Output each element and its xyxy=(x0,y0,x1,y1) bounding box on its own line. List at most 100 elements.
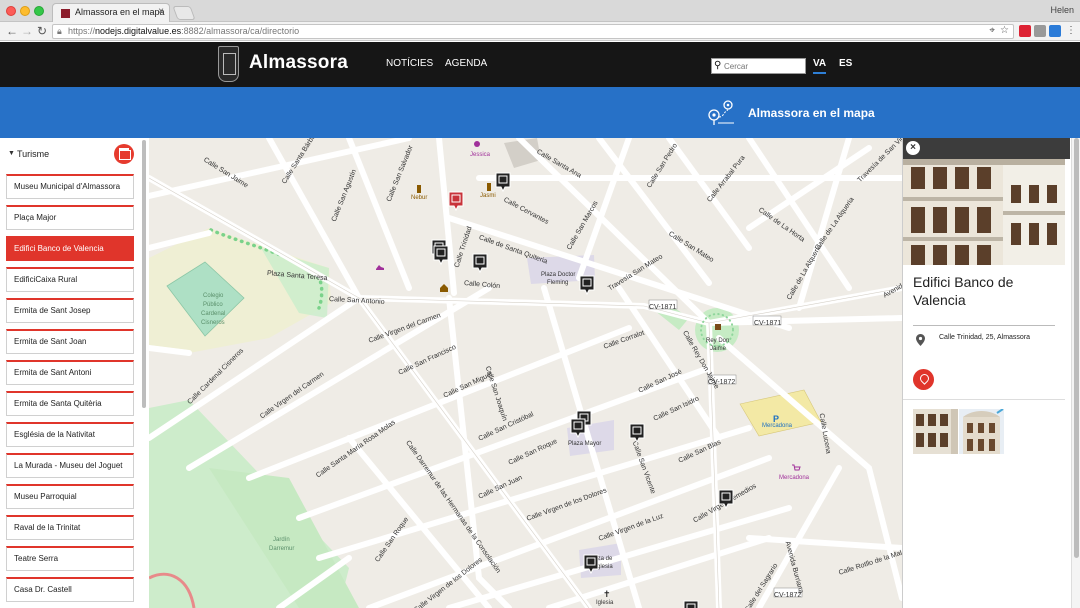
place-label: Mercadona xyxy=(762,423,793,429)
shopping-cart-icon xyxy=(792,464,801,471)
detail-panel: × Edifici Banco de Valencia Calle Trinid… xyxy=(902,138,1070,608)
sidebar-item[interactable]: Ermita de Santa Quitèria xyxy=(6,391,134,416)
caret-down-icon: ▼ xyxy=(8,150,15,157)
forward-arrow-icon[interactable]: → xyxy=(21,24,33,38)
building-photo[interactable] xyxy=(903,159,1065,265)
place-label: Público xyxy=(203,302,223,308)
map-pin[interactable] xyxy=(570,418,586,438)
nav-noticies[interactable]: NOTÍCIES xyxy=(386,58,433,69)
nav-agenda[interactable]: AGENDA xyxy=(445,58,487,69)
place-label: Mercadona xyxy=(779,475,810,481)
map-pin[interactable] xyxy=(433,245,449,265)
map-pin[interactable] xyxy=(583,554,599,574)
place-label: Jardín xyxy=(273,537,290,543)
lang-es[interactable]: ES xyxy=(839,58,852,69)
map-pin[interactable] xyxy=(683,600,699,608)
place-label: Fleming xyxy=(547,280,569,286)
sidebar-item[interactable]: Església de la Nativitat xyxy=(6,422,134,447)
map-pin-active[interactable] xyxy=(448,191,464,211)
bar-icon xyxy=(487,183,491,191)
page-scrollbar[interactable] xyxy=(1071,138,1080,608)
map-pin[interactable] xyxy=(472,253,488,273)
museum-category-icon[interactable] xyxy=(114,144,134,164)
menu-kebab-icon[interactable]: ⋮ xyxy=(1066,24,1076,38)
sidebar-item[interactable]: Plaça Major xyxy=(6,205,134,230)
sidebar-item[interactable]: Ermita de Sant Antoni xyxy=(6,360,134,385)
address-bar[interactable]: 🔒︎ https://nodejs.digitalvalue.es:8882/a… xyxy=(52,24,1014,39)
sidebar-item[interactable]: Edifici Banco de Valencia xyxy=(6,236,134,261)
bookmark-star-icon[interactable]: ☆ xyxy=(1000,25,1009,36)
location-target-icon[interactable]: ⌖ xyxy=(989,25,995,36)
sidebar-item[interactable]: Ermita de Sant Joan xyxy=(6,329,134,354)
favicon-icon xyxy=(61,9,70,18)
minimize-window-button[interactable] xyxy=(20,6,30,16)
street-label: CV-1871 xyxy=(649,304,677,311)
category-label: Turisme xyxy=(17,149,50,159)
search-box: ⚲ xyxy=(711,58,806,74)
place-label: Jasmi xyxy=(480,193,496,199)
url-text: https://nodejs.digitalvalue.es:8882/alma… xyxy=(68,26,300,36)
sidebar-item[interactable]: Raval de la Trinitat xyxy=(6,515,134,540)
place-label: Cardenal xyxy=(201,311,226,317)
map-view[interactable]: P ✝ Calle San Jaime Calle Santa Bárbara Ca… xyxy=(149,138,902,608)
location-icon xyxy=(916,334,925,349)
zoom-window-button[interactable] xyxy=(34,6,44,16)
sidebar-item[interactable]: La Murada - Museu del Joguet xyxy=(6,453,134,478)
detail-topbar: × xyxy=(903,138,1070,159)
browser-toolbar: ← → ↻ 🔒︎ https://nodejs.digitalvalue.es:… xyxy=(0,22,1080,41)
lock-icon: 🔒︎ xyxy=(57,26,62,36)
place-label: Plaza Doctor xyxy=(541,272,576,278)
divider xyxy=(903,399,1065,400)
tab-title: Almassora en el mapa xyxy=(75,7,165,17)
gallery-thumbnail-2[interactable] xyxy=(959,409,1004,454)
extension-camera-icon[interactable] xyxy=(1034,25,1046,37)
close-detail-button[interactable]: × xyxy=(906,141,920,155)
place-label: Colegio xyxy=(203,293,224,299)
search-icon[interactable]: ⚲ xyxy=(714,60,721,71)
browser-tab[interactable]: Almassora en el mapa × xyxy=(52,3,170,22)
sidebar-item[interactable]: Museu Municipal d'Almassora xyxy=(6,174,134,199)
shoe-shop-icon xyxy=(376,265,384,270)
cosmetics-shop-icon xyxy=(474,141,480,147)
map-pin[interactable] xyxy=(579,275,595,295)
sidebar-list: Museu Municipal d'Almassora Plaça Major Ed… xyxy=(6,174,134,608)
extension-red-icon[interactable] xyxy=(1019,25,1031,37)
reload-icon[interactable]: ↻ xyxy=(37,24,47,38)
sidebar-item[interactable]: Museu Parroquial xyxy=(6,484,134,509)
sidebar-item[interactable]: Casa Dr. Castell xyxy=(6,577,134,602)
place-label: Nebur xyxy=(411,195,428,201)
profile-name[interactable]: Helen xyxy=(1050,5,1074,15)
place-label: Plaza Mayor xyxy=(568,441,602,447)
divider xyxy=(913,325,1055,326)
sidebar-item[interactable]: Teatre Serra xyxy=(6,546,134,571)
site-header: Almassora NOTÍCIES AGENDA ⚲ VA ES xyxy=(0,42,1080,87)
house-icon xyxy=(440,284,448,292)
brand-title[interactable]: Almassora xyxy=(249,52,348,74)
sidebar-item[interactable]: Ermita de Sant Josep xyxy=(6,298,134,323)
place-label: Iglesia xyxy=(596,600,614,606)
town-shield-icon[interactable] xyxy=(218,46,239,82)
map-pin[interactable] xyxy=(718,489,734,509)
close-window-button[interactable] xyxy=(6,6,16,16)
place-label: Cisneros xyxy=(201,320,225,326)
locate-on-map-button[interactable] xyxy=(913,369,934,390)
place-label: Jessica xyxy=(470,152,491,158)
search-input[interactable] xyxy=(724,60,804,72)
lang-va[interactable]: VA xyxy=(813,58,827,74)
map-pin[interactable] xyxy=(629,423,645,443)
gallery-thumbnail-1[interactable] xyxy=(913,409,958,454)
page-scrollbar-thumb[interactable] xyxy=(1074,138,1079,558)
new-tab-button[interactable] xyxy=(172,6,196,20)
monument-icon xyxy=(715,324,721,330)
page-banner: Almassora en el mapa xyxy=(0,87,1080,138)
sidebar-item[interactable]: EdificiCaixa Rural xyxy=(6,267,134,292)
back-arrow-icon[interactable]: ← xyxy=(6,24,18,38)
place-label: Jaime xyxy=(710,346,727,352)
map-location-icon xyxy=(708,100,734,125)
extension-blue-icon[interactable] xyxy=(1049,25,1061,37)
category-header-turisme[interactable]: ▼ Turisme xyxy=(0,138,140,170)
banner-title: Almassora en el mapa xyxy=(748,106,875,120)
sidebar-scrollbar[interactable] xyxy=(142,140,146,408)
map-pin[interactable] xyxy=(495,172,511,192)
tab-close-icon[interactable]: × xyxy=(158,6,164,17)
